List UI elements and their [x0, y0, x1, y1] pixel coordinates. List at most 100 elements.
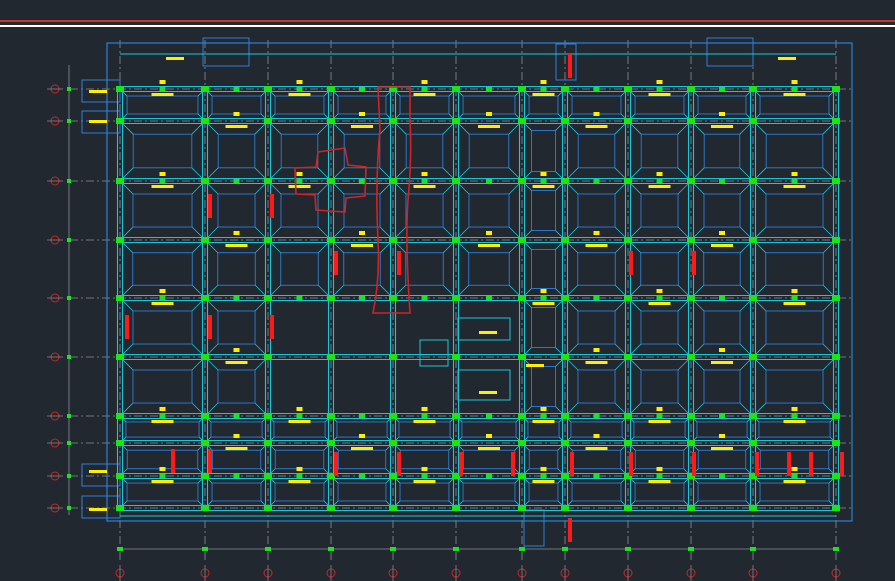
slab-panel [571, 482, 622, 502]
column-marker [518, 86, 526, 92]
cad-viewport[interactable] [0, 0, 895, 581]
beam-label [783, 302, 806, 305]
section-mark [840, 452, 844, 476]
beam-label [89, 470, 107, 473]
column-marker [561, 473, 569, 479]
beam-label [478, 447, 500, 450]
beam-label [413, 480, 436, 483]
slab-panel [571, 449, 622, 470]
beam-label [151, 93, 174, 96]
dimension-tick [833, 547, 839, 551]
beam-label [89, 508, 107, 511]
slab-panel [273, 421, 326, 438]
beam-label [479, 391, 497, 394]
section-mark [397, 251, 401, 275]
column-marker [832, 505, 840, 511]
beam-label-tag [233, 231, 240, 235]
outline-notch [202, 37, 250, 67]
column-marker [264, 505, 272, 511]
beam-label [225, 244, 248, 247]
column-marker [624, 505, 632, 511]
beam-label [585, 244, 608, 247]
beam-tick [656, 414, 663, 418]
dimension-tick [67, 506, 71, 510]
section-mark [568, 518, 572, 542]
beam-label-tag [593, 348, 600, 352]
slab-panel [399, 449, 450, 470]
section-mark [809, 452, 813, 476]
beam-label-tag [233, 434, 240, 438]
beam-tick [296, 414, 303, 418]
beam-label [711, 361, 733, 364]
beam-tick [593, 296, 600, 300]
beam-tick [719, 179, 725, 183]
beam-label [648, 185, 671, 188]
slab-panel [640, 310, 679, 345]
beam-tick [791, 296, 798, 300]
slab-panel [528, 482, 559, 502]
beam-label [151, 420, 174, 423]
beam-label-tag [486, 434, 492, 438]
column-marker [832, 118, 840, 124]
beam-tick [791, 87, 798, 91]
column-marker [116, 473, 124, 479]
column-marker [389, 118, 397, 124]
column-marker [201, 354, 209, 360]
slab-panel [132, 252, 193, 286]
column-marker [327, 505, 335, 511]
slab-panel [531, 249, 556, 289]
foundation-plan-drawing[interactable] [0, 0, 895, 581]
slab-panel [132, 133, 193, 169]
section-mark [334, 452, 338, 476]
beam-label [532, 302, 555, 305]
column-marker [687, 178, 695, 184]
column-marker [518, 473, 526, 479]
beam-label [783, 185, 806, 188]
section-mark [171, 449, 175, 473]
dimension-tick [67, 355, 71, 359]
beam-tick [233, 474, 240, 478]
slab-panel [398, 421, 451, 438]
beam-label-tag [719, 434, 725, 438]
column-marker [832, 178, 840, 184]
column-marker [832, 86, 840, 92]
slab-panel [125, 421, 200, 438]
beam-tick [486, 414, 492, 418]
beam-tick [719, 296, 725, 300]
column-marker [452, 505, 460, 511]
slab-panel [132, 193, 193, 228]
column-marker [561, 354, 569, 360]
slab-panel [126, 449, 199, 470]
grid-bubbles [47, 84, 841, 581]
column-marker [749, 118, 757, 124]
section-mark [570, 452, 574, 476]
slab-panel [765, 369, 824, 404]
column-marker [452, 354, 460, 360]
column-marker [327, 473, 335, 479]
beam-tick [296, 296, 303, 300]
column-marker [264, 237, 272, 243]
beam-label [648, 480, 671, 483]
column-marker [116, 295, 124, 301]
beam-tick [719, 474, 725, 478]
section-mark [459, 452, 463, 476]
beam-label [711, 447, 733, 450]
column-marker [327, 440, 335, 446]
beam-tick [421, 296, 428, 300]
column-marker [518, 505, 526, 511]
column-marker [749, 295, 757, 301]
beam-label-tag [486, 112, 492, 116]
section-mark [511, 452, 515, 476]
column-marker [624, 118, 632, 124]
beam-label-tag [593, 231, 600, 235]
column-marker [327, 354, 335, 360]
beam-label [648, 302, 671, 305]
column-marker [749, 354, 757, 360]
beam-label-tag [359, 231, 365, 235]
slab-panel [280, 252, 319, 286]
beam-tick [159, 179, 166, 183]
slab-panel [126, 95, 199, 115]
slab-panel [462, 482, 516, 502]
beam-tick [656, 296, 663, 300]
beam-label-tag [296, 172, 303, 176]
